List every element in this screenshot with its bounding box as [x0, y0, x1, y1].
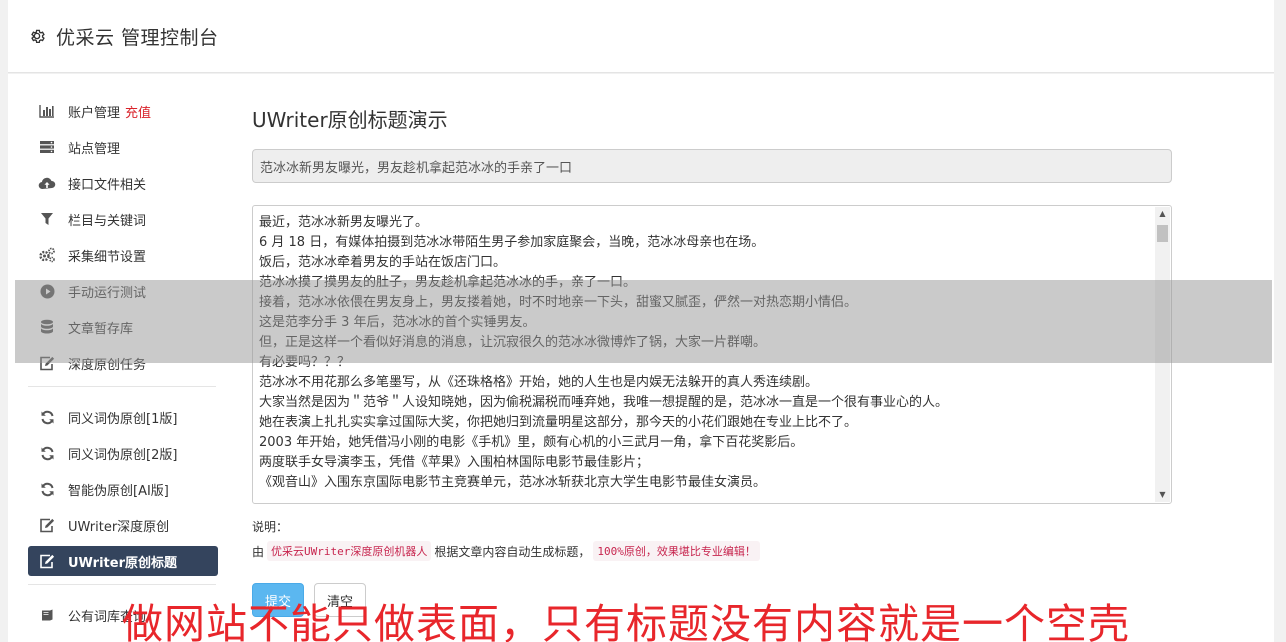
sidebar: 账户管理 充值 站点管理 接口文件相关 栏目与关键词 采集细节设置 手动运行测试… — [28, 96, 218, 636]
sidebar-divider — [28, 386, 216, 387]
sidebar-item-columns-keywords[interactable]: 栏目与关键词 — [28, 204, 218, 234]
refresh-icon — [38, 481, 56, 497]
scroll-down-arrow-icon[interactable]: ▼ — [1155, 488, 1170, 502]
cogs-icon — [38, 247, 56, 263]
sidebar-item-interface-files[interactable]: 接口文件相关 — [28, 168, 218, 198]
book-icon — [38, 607, 56, 623]
edit-icon — [38, 517, 56, 533]
edit-icon — [38, 553, 56, 569]
scroll-thumb[interactable] — [1157, 225, 1168, 242]
sidebar-item-label: 站点管理 — [68, 141, 121, 157]
article-line: 6 月 18 日，有媒体拍摄到范冰冰带陌生男子参加家庭聚会，当晚，范冰冰母亲也在… — [259, 235, 765, 250]
sidebar-item-label: 智能伪原创[AI版] — [68, 483, 169, 499]
sidebar-item-ai-rewrite[interactable]: 智能伪原创[AI版] — [28, 474, 218, 504]
article-line: 《观音山》入围东京国际电影节主竞赛单元，范冰冰斩获北京大学生电影节最佳女演员。 — [259, 475, 767, 490]
sidebar-item-label: 同义词伪原创[2版] — [68, 447, 178, 463]
sidebar-item-collect-settings[interactable]: 采集细节设置 — [28, 240, 218, 270]
refresh-icon — [38, 409, 56, 425]
sidebar-item-uwriter-deep[interactable]: UWriter深度原创 — [28, 510, 218, 540]
scroll-up-arrow-icon[interactable]: ▲ — [1155, 207, 1170, 221]
article-line: 两度联手女导演李玉，凭借《苹果》入围柏林国际电影节最佳影片； — [259, 455, 650, 470]
refresh-icon — [38, 445, 56, 461]
watermark-caption: 做网站不能只做表面，只有标题没有内容就是一个空壳 — [122, 600, 1130, 642]
sidebar-item-label: 账户管理 — [68, 105, 121, 121]
server-icon — [38, 139, 56, 155]
article-line: 大家当然是因为＂范爷＂人设知晓她，因为偷税漏税而唾弃她，我唯一想提醒的是，范冰冰… — [259, 395, 949, 410]
title-field[interactable] — [252, 149, 1172, 183]
sidebar-item-label: 栏目与关键词 — [68, 213, 147, 229]
article-line: 2003 年开始，她凭借冯小刚的电影《手机》里，颇有心机的小三武月一角，拿下百花… — [259, 435, 804, 450]
article-line: 范冰冰不用花那么多笔墨写，从《还珠格格》开始，她的人生也是内娱无法躲开的真人秀连… — [259, 375, 819, 390]
article-line: 最近，范冰冰新男友曝光了。 — [259, 215, 429, 230]
note-code-original: 100%原创，效果堪比专业编辑！ — [593, 541, 760, 561]
sidebar-item-label: 同义词伪原创[1版] — [68, 411, 178, 427]
app-title: 优采云 管理控制台 — [56, 26, 219, 49]
top-header: 优采云 管理控制台 — [8, 0, 1274, 73]
sidebar-item-account[interactable]: 账户管理 充值 — [28, 96, 218, 126]
gear-icon — [28, 27, 46, 45]
filter-icon — [38, 211, 56, 227]
sidebar-item-label: 采集细节设置 — [68, 249, 147, 265]
sidebar-item-sites[interactable]: 站点管理 — [28, 132, 218, 162]
note-text: 由 优采云UWriter深度原创机器人 根据文章内容自动生成标题， 100%原创… — [252, 541, 1172, 561]
note-label: 说明： — [252, 520, 289, 534]
article-line: 饭后，范冰冰牵着男友的手站在饭店门口。 — [259, 255, 507, 270]
page-title: UWriter原创标题演示 — [252, 108, 448, 132]
recharge-link[interactable]: 充值 — [125, 102, 151, 121]
sidebar-item-synonym-v1[interactable]: 同义词伪原创[1版] — [28, 402, 218, 432]
article-line: 她在表演上扎扎实实拿过国际大奖，你把她归到流量明星这部分，那今天的小花们跟她在专… — [259, 415, 858, 430]
note-code-robot: 优采云UWriter深度原创机器人 — [267, 541, 432, 561]
bar-chart-icon — [38, 103, 56, 119]
note-middle: 根据文章内容自动生成标题， — [434, 544, 591, 559]
sidebar-item-label: UWriter原创标题 — [68, 555, 177, 571]
note-prefix: 由 — [252, 544, 265, 559]
cloud-upload-icon — [38, 175, 56, 191]
overlay-band — [15, 280, 1272, 363]
sidebar-item-label: UWriter深度原创 — [68, 519, 170, 535]
sidebar-item-synonym-v2[interactable]: 同义词伪原创[2版] — [28, 438, 218, 468]
sidebar-divider — [28, 584, 216, 585]
sidebar-item-label: 接口文件相关 — [68, 177, 147, 193]
sidebar-item-uwriter-title[interactable]: UWriter原创标题 — [28, 546, 218, 576]
